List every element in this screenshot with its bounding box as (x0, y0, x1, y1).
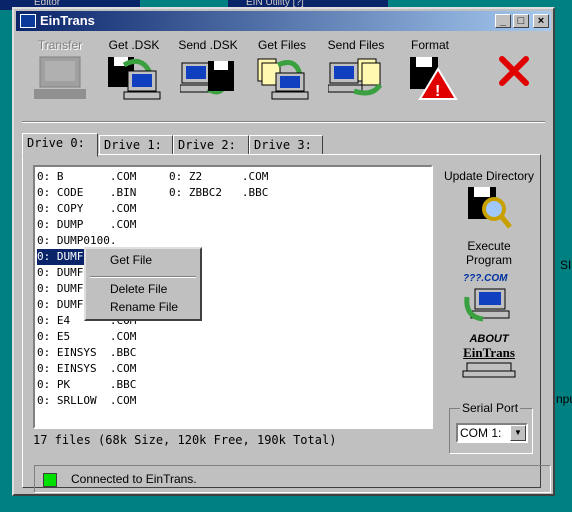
send-dsk-label: Send .DSK (178, 38, 238, 52)
exit-button[interactable] (484, 35, 544, 113)
file-row[interactable]: 0: DUMF (37, 297, 83, 313)
maximize-button[interactable]: □ (513, 14, 529, 28)
drive-panel: 0: B .COM 0: Z2 .COM 0: CODE .BIN 0: ZBB… (22, 154, 541, 488)
tab-drive-2[interactable]: Drive 2: (173, 135, 249, 155)
about-label: ABOUT (469, 333, 509, 345)
tab-drive-1[interactable]: Drive 1: (99, 135, 173, 155)
format-button[interactable]: Format ! (394, 35, 466, 113)
execute-icon-text: ???.COM (463, 273, 508, 284)
computer-icon (34, 56, 86, 99)
about-app-name: EinTrans (463, 345, 515, 360)
update-directory-button[interactable]: Update Directory (443, 169, 535, 234)
chevron-down-icon[interactable]: ▼ (510, 425, 526, 441)
connection-led-icon (43, 473, 57, 487)
update-directory-label: Update Directory (443, 169, 535, 183)
menu-separator (90, 276, 196, 278)
directory-summary: 17 files (68k Size, 120k Free, 190k Tota… (33, 433, 337, 447)
file-row[interactable]: 0: CODE .BIN (37, 185, 136, 201)
send-files-button[interactable]: Send Files (320, 35, 392, 113)
file-row[interactable]: 0: DUMF (37, 265, 83, 281)
execute-program-label: Execute Program (465, 239, 512, 267)
menu-item-delete-file[interactable]: Delete File (110, 282, 167, 296)
file-row[interactable]: 0: EINSYS .BBC (37, 345, 136, 361)
magnifier-floppy-icon (468, 187, 512, 229)
transfer-label: Transfer (37, 38, 83, 52)
file-row[interactable]: 0: Z2 .COM (169, 169, 268, 185)
about-computer-icon (462, 362, 516, 378)
file-row[interactable]: 0: SRLLOW .COM (37, 393, 136, 409)
close-button[interactable]: × (533, 14, 549, 28)
tab-drive-3[interactable]: Drive 3: (249, 135, 323, 155)
file-row[interactable]: 0: DUMP .COM (37, 217, 136, 233)
file-row[interactable]: 0: B .COM (37, 169, 136, 185)
file-row[interactable]: 0: E5 .COM (37, 329, 136, 345)
app-icon[interactable] (20, 14, 36, 28)
toolbar-separator (22, 121, 545, 123)
context-menu: Get File Delete File Rename File (84, 247, 202, 321)
get-files-icon (257, 58, 309, 100)
floppy-get-dsk-icon (108, 57, 161, 100)
get-files-label: Get Files (257, 38, 306, 52)
menu-item-get-file[interactable]: Get File (110, 253, 152, 267)
background-edge-text-2: npu (556, 392, 572, 406)
get-dsk-button[interactable]: Get .DSK (98, 35, 170, 113)
close-x-icon (499, 56, 529, 86)
serial-port-group: Serial Port COM 1: ▼ (449, 401, 533, 454)
menu-item-rename-file[interactable]: Rename File (110, 300, 178, 314)
about-button[interactable]: ABOUT EinTrans (443, 333, 535, 382)
eintrans-window: EinTrans _ □ × Transfer Get .DSK Send .D… (12, 7, 555, 496)
minimize-button[interactable]: _ (495, 14, 511, 28)
get-dsk-label: Get .DSK (108, 38, 160, 52)
execute-program-icon: ???.COM (463, 273, 510, 322)
file-row[interactable]: 0: COPY .COM (37, 201, 136, 217)
status-bar: Connected to EinTrans. (34, 465, 551, 493)
serial-port-select[interactable]: COM 1: ▼ (456, 423, 528, 443)
floppy-send-dsk-icon (180, 61, 234, 95)
file-row[interactable]: 0: ZBBC2 .BBC (169, 185, 268, 201)
toolbar: Transfer Get .DSK Send .DSK Get Files Se… (16, 33, 551, 115)
get-files-button[interactable]: Get Files (246, 35, 318, 113)
background-edge-text: SI (560, 258, 572, 272)
serial-port-value: COM 1: (460, 426, 502, 440)
send-files-icon (328, 58, 383, 96)
format-label: Format (410, 38, 449, 52)
status-text: Connected to EinTrans. (71, 472, 197, 486)
format-warning-icon: ! (410, 57, 458, 100)
svg-text:!: ! (435, 83, 440, 100)
file-row[interactable]: 0: EINSYS .COM (37, 361, 136, 377)
transfer-button[interactable]: Transfer (24, 35, 96, 113)
serial-port-legend: Serial Port (460, 401, 521, 415)
file-row[interactable]: 0: PK .BBC (37, 377, 136, 393)
file-row[interactable]: 0: DUMF (37, 281, 83, 297)
title-bar[interactable]: EinTrans _ □ × (16, 11, 551, 31)
send-dsk-button[interactable]: Send .DSK (172, 35, 244, 113)
send-files-label: Send Files (327, 38, 385, 52)
window-title: EinTrans (40, 13, 95, 28)
execute-program-button[interactable]: Execute Program ???.COM (443, 239, 535, 328)
tab-drive-0[interactable]: Drive 0: (22, 133, 98, 157)
